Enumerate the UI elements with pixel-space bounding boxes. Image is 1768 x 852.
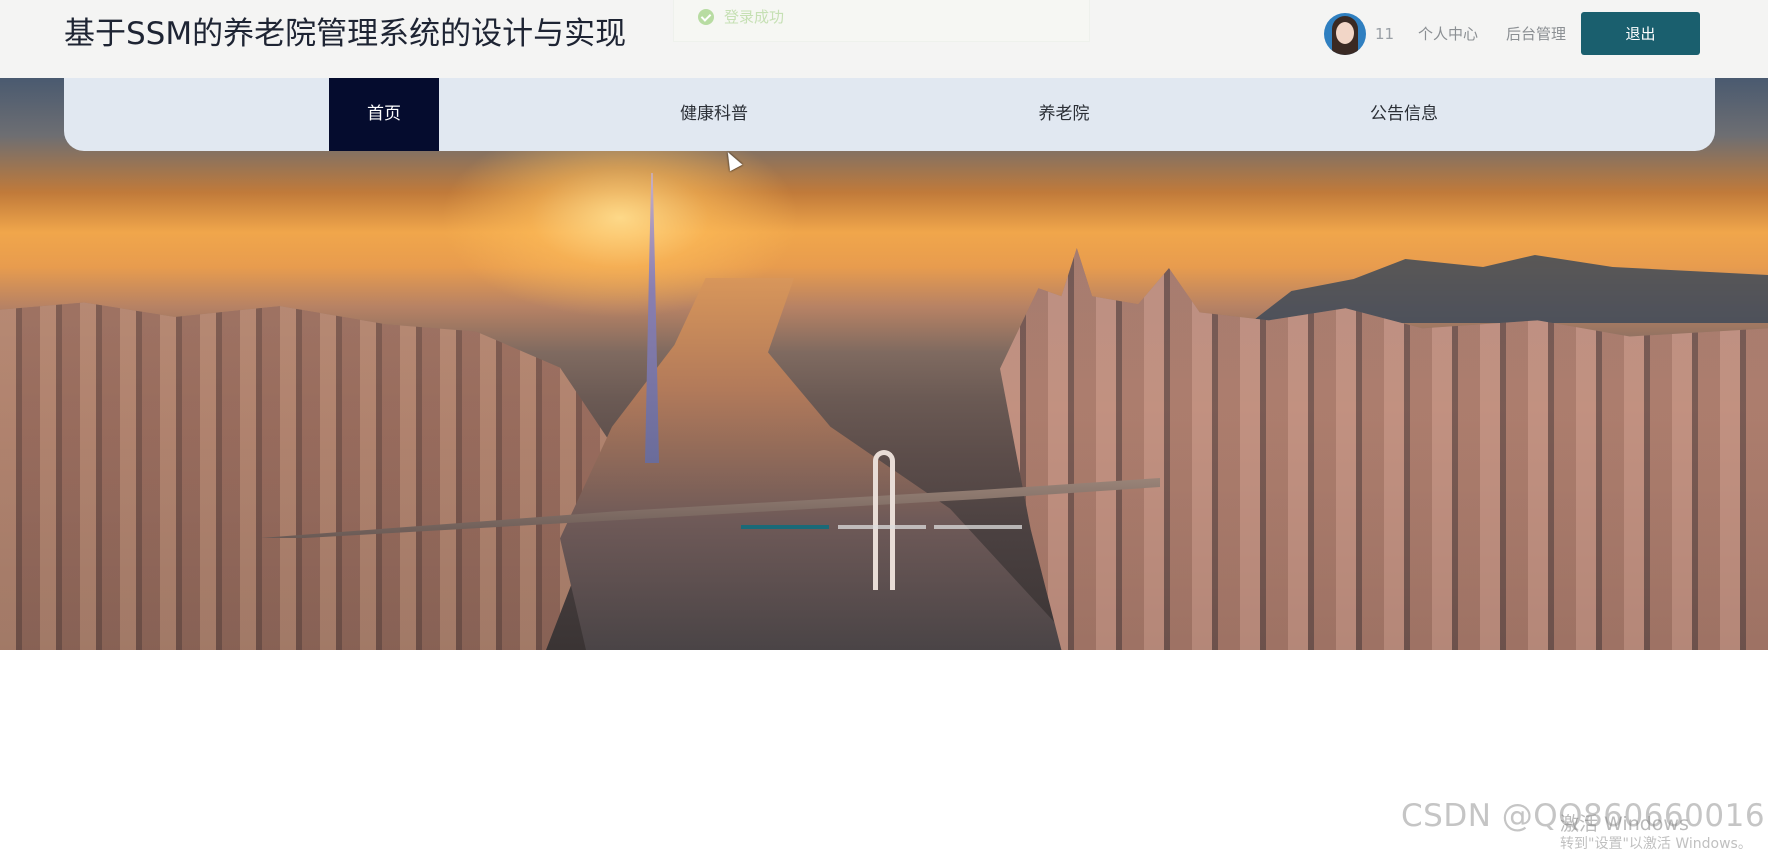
avatar-face	[1336, 22, 1354, 44]
logout-button[interactable]: 退出	[1581, 12, 1700, 55]
nav-item-health-science[interactable]: 健康科普	[634, 78, 794, 151]
nav-item-notices[interactable]: 公告信息	[1324, 78, 1484, 151]
carousel-indicators	[741, 525, 1022, 529]
login-success-toast: 登录成功	[673, 0, 1090, 42]
toast-message: 登录成功	[724, 8, 785, 26]
top-header: 基于SSM的养老院管理系统的设计与实现 登录成功 11 个人中心 后台管理 退出	[0, 0, 1768, 78]
check-circle-icon	[698, 9, 714, 25]
hero-mountains	[1250, 255, 1768, 323]
windows-activation-watermark: 激活 Windows	[1560, 813, 1689, 835]
nav-item-home[interactable]: 首页	[329, 78, 439, 151]
hero-bridge-arch	[873, 450, 895, 590]
carousel-dot-1[interactable]	[741, 525, 829, 529]
windows-activation-subtext: 转到"设置"以激活 Windows。	[1560, 836, 1752, 852]
hero-banner	[0, 78, 1768, 650]
carousel-dot-2[interactable]	[838, 525, 926, 529]
site-title: 基于SSM的养老院管理系统的设计与实现	[64, 16, 627, 52]
carousel-dot-3[interactable]	[934, 525, 1022, 529]
main-nav: 首页 健康科普 养老院 公告信息	[64, 78, 1715, 151]
hero-river	[560, 278, 1080, 650]
user-avatar[interactable]	[1324, 13, 1366, 55]
nav-item-nursing-home[interactable]: 养老院	[994, 78, 1134, 151]
username: 11	[1375, 25, 1395, 43]
profile-link[interactable]: 个人中心	[1418, 24, 1478, 44]
admin-link[interactable]: 后台管理	[1506, 24, 1566, 44]
